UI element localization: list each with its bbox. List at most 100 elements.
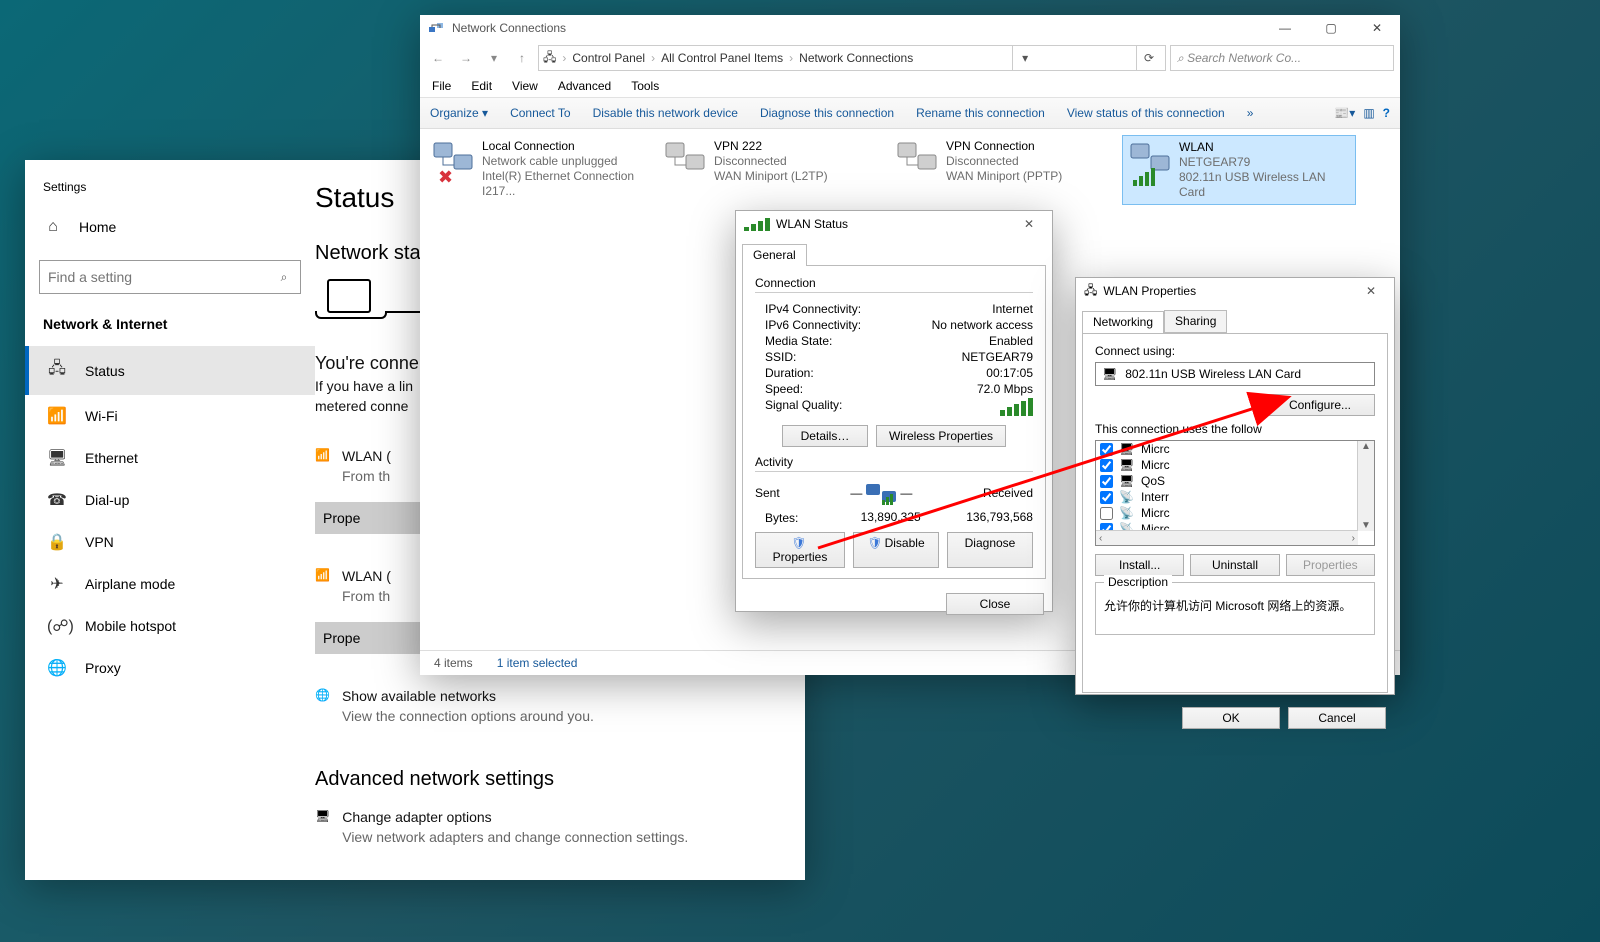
sidebar-item-proxy[interactable]: 🌐Proxy <box>25 647 315 689</box>
close-button[interactable]: ✕ <box>1014 217 1044 231</box>
disable-button[interactable]: 🛡Disable <box>853 532 939 568</box>
breadcrumb[interactable]: 🖧› Control Panel› All Control Panel Item… <box>538 45 1166 71</box>
wireless-props-button[interactable]: Wireless Properties <box>876 425 1006 447</box>
menu-advanced[interactable]: Advanced <box>558 79 611 93</box>
cmd-connect[interactable]: Connect To <box>510 106 571 120</box>
wlan-status-pane: Connection IPv4 Connectivity:Internet IP… <box>742 265 1046 579</box>
configure-button[interactable]: Configure... <box>1265 394 1375 416</box>
crumb-2[interactable]: Network Connections <box>799 51 913 65</box>
crumb-dropdown[interactable]: ▾ <box>1012 46 1037 70</box>
cmd-viewstatus[interactable]: View status of this connection <box>1067 106 1225 120</box>
adapter-options[interactable]: 🖥 Change adapter options View network ad… <box>315 809 805 849</box>
wlan1-sub: From th <box>342 468 391 484</box>
components-list[interactable]: 🖥Micrc 🖥Micrc 🖥QoS 📡Interr 📡Micrc 📡Micrc… <box>1095 440 1375 546</box>
dialup-icon: ☎ <box>47 490 67 510</box>
network-icon: 🖧 <box>1084 281 1097 302</box>
wlan-props-titlebar[interactable]: 🖧 WLAN Properties ✕ <box>1076 278 1394 304</box>
ethernet-icon: ✖ <box>432 139 474 185</box>
tab-networking[interactable]: Networking <box>1082 311 1164 334</box>
sidebar-item-wifi[interactable]: 📶Wi-Fi <box>25 395 315 437</box>
component-check[interactable] <box>1100 475 1113 488</box>
comp-properties-button[interactable]: Properties <box>1286 554 1375 576</box>
explorer-search-placeholder: Search Network Co... <box>1187 51 1301 65</box>
maximize-button[interactable]: ▢ <box>1308 15 1354 41</box>
show-networks[interactable]: 🌐 Show available networks View the conne… <box>315 688 805 728</box>
crumb-0[interactable]: Control Panel <box>572 51 645 65</box>
conn-vpnconn[interactable]: VPN ConnectionDisconnectedWAN Miniport (… <box>890 135 1122 189</box>
wifi-icon: 📶 <box>47 406 67 426</box>
back-button[interactable]: ← <box>426 51 450 65</box>
forward-button[interactable]: → <box>454 51 478 65</box>
details-button[interactable]: Details… <box>782 425 868 447</box>
settings-section-label: Network & Internet <box>25 316 315 346</box>
laptop-diagram-icon <box>315 279 385 319</box>
close-button[interactable]: ✕ <box>1356 284 1386 298</box>
cmd-disable[interactable]: Disable this network device <box>593 106 738 120</box>
menu-tools[interactable]: Tools <box>631 79 659 93</box>
connect-using-label: Connect using: <box>1095 344 1375 358</box>
cmd-organize[interactable]: Organize ▾ <box>430 106 488 120</box>
wlan1-title: WLAN ( <box>342 448 391 464</box>
component-check[interactable] <box>1100 443 1113 456</box>
sidebar-item-status[interactable]: 🖧Status <box>25 346 315 395</box>
vertical-scrollbar[interactable]: ▲▼ <box>1357 441 1374 531</box>
refresh-button[interactable]: ⟳ <box>1136 46 1161 70</box>
up-button[interactable]: ↑ <box>510 51 534 65</box>
show-net-head: Show available networks <box>342 688 594 704</box>
explorer-commandbar: Organize ▾ Connect To Disable this netwo… <box>420 98 1400 129</box>
sidebar-item-dialup[interactable]: ☎Dial-up <box>25 479 315 521</box>
close-button[interactable]: Close <box>946 593 1044 615</box>
properties-button[interactable]: 🛡Properties <box>755 532 845 568</box>
conn-wlan[interactable]: WLANNETGEAR79802.11n USB Wireless LAN Ca… <box>1122 135 1356 205</box>
explorer-search[interactable]: ⌕ Search Network Co... <box>1170 45 1394 71</box>
home-icon: ⌂ <box>43 218 63 236</box>
menu-view[interactable]: View <box>512 79 538 93</box>
component-check[interactable] <box>1100 459 1113 472</box>
more-icon[interactable]: » <box>1247 106 1254 120</box>
minimize-button[interactable]: — <box>1262 15 1308 41</box>
component-check[interactable] <box>1100 491 1113 504</box>
conn-local[interactable]: ✖ Local ConnectionNetwork cable unplugge… <box>426 135 658 203</box>
vpn-icon <box>664 139 706 185</box>
diagnose-button[interactable]: Diagnose <box>947 532 1033 568</box>
sidebar-item-vpn[interactable]: 🔒VPN <box>25 521 315 563</box>
cmd-rename[interactable]: Rename this connection <box>916 106 1045 120</box>
settings-search[interactable]: ⌕ <box>39 260 301 294</box>
signal-icon <box>744 218 770 231</box>
uninstall-button[interactable]: Uninstall <box>1190 554 1279 576</box>
settings-home[interactable]: ⌂ Home <box>25 212 315 242</box>
sidebar-item-ethernet[interactable]: 🖥Ethernet <box>25 437 315 479</box>
help-icon[interactable]: ? <box>1383 106 1390 120</box>
desc-label: Description <box>1104 575 1172 589</box>
crumb-1[interactable]: All Control Panel Items <box>661 51 783 65</box>
component-icon: 📡 <box>1119 490 1135 504</box>
adapter-head: Change adapter options <box>342 809 688 825</box>
recent-dropdown[interactable]: ▾ <box>482 51 506 65</box>
install-button[interactable]: Install... <box>1095 554 1184 576</box>
sidebar-item-airplane[interactable]: ✈Airplane mode <box>25 563 315 605</box>
search-icon: ⌕ <box>268 270 300 285</box>
conn-vpn222[interactable]: VPN 222DisconnectedWAN Miniport (L2TP) <box>658 135 890 189</box>
show-net-sub: View the connection options around you. <box>342 708 594 724</box>
horizontal-scrollbar[interactable]: ‹› <box>1096 530 1358 545</box>
adapter-box[interactable]: 🖥 802.11n USB Wireless LAN Card <box>1095 362 1375 386</box>
ok-button[interactable]: OK <box>1182 707 1280 729</box>
preview-icon[interactable]: ▥ <box>1363 106 1374 120</box>
tab-general[interactable]: General <box>742 244 807 266</box>
explorer-titlebar[interactable]: Network Connections — ▢ ✕ <box>420 15 1400 41</box>
signal-quality-label: Signal Quality: <box>755 398 842 416</box>
tab-sharing[interactable]: Sharing <box>1164 310 1227 333</box>
view-mode-icon[interactable]: 📰▾ <box>1334 106 1355 120</box>
close-button[interactable]: ✕ <box>1354 15 1400 41</box>
menu-edit[interactable]: Edit <box>471 79 492 93</box>
component-check[interactable] <box>1100 507 1113 520</box>
sidebar-item-hotspot[interactable]: (☍)Mobile hotspot <box>25 605 315 647</box>
wlan-status-title: WLAN Status <box>776 217 848 231</box>
menu-file[interactable]: File <box>432 79 451 93</box>
uses-label: This connection uses the follow <box>1095 422 1375 436</box>
settings-title: Settings <box>43 180 315 194</box>
cmd-diagnose[interactable]: Diagnose this connection <box>760 106 894 120</box>
settings-search-input[interactable] <box>40 269 268 285</box>
wlan-status-titlebar[interactable]: WLAN Status ✕ <box>736 211 1052 237</box>
cancel-button[interactable]: Cancel <box>1288 707 1386 729</box>
